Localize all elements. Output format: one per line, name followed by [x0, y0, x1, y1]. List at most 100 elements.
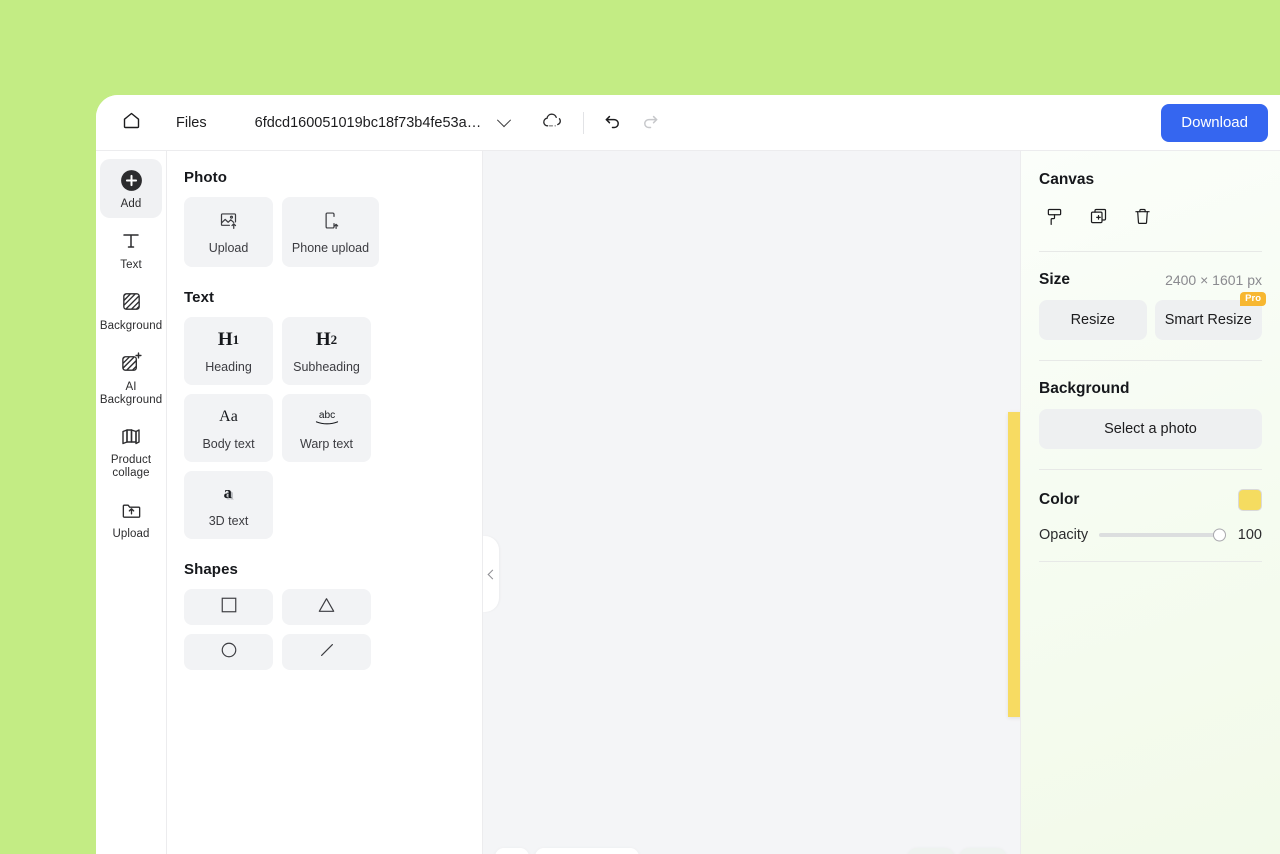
cloud-sync-button[interactable] — [533, 104, 571, 142]
app-body: Add Text Background AI Background Produc… — [96, 151, 1280, 854]
text-tile-grid: H1 Heading H2 Subheading Aa Body text ab… — [184, 317, 466, 539]
sidebar-item-upload[interactable]: Upload — [100, 489, 162, 548]
undo-button[interactable] — [594, 104, 632, 142]
tile-square-shape[interactable] — [184, 589, 273, 625]
tile-label: Warp text — [299, 436, 354, 451]
sidebar-item-label: Add — [120, 198, 142, 210]
opacity-slider[interactable] — [1099, 528, 1226, 542]
tile-label: Upload — [208, 240, 249, 255]
size-value: 2400 × 1601 px — [1165, 272, 1262, 288]
svg-text:a: a — [223, 483, 231, 502]
sidebar-item-label: AI Background — [99, 380, 163, 406]
canvas-section-title: Canvas — [1039, 171, 1095, 188]
tools-panel: Photo Upload Phone upload Text H 1 Headi… — [167, 151, 483, 854]
tile-warp-text[interactable]: abc Warp text — [282, 394, 371, 462]
cloud-sync-icon — [541, 109, 563, 136]
tile-line-shape[interactable] — [282, 634, 371, 670]
canvas-area[interactable]: insMind.com — [483, 151, 1280, 854]
collage-panels-icon — [119, 423, 143, 449]
duplicate-button[interactable] — [1083, 205, 1113, 233]
download-button[interactable]: Download — [1161, 103, 1268, 142]
pro-badge: Pro — [1240, 292, 1266, 307]
triangle-shape-icon — [317, 596, 336, 619]
tile-heading[interactable]: H1 Heading — [184, 317, 273, 385]
sidebar-item-label: Upload — [112, 528, 150, 541]
phone-upload-icon — [320, 210, 341, 232]
background-label: Background — [1039, 380, 1130, 397]
sidebar-item-background[interactable]: Background — [100, 281, 162, 340]
duplicate-plus-icon — [1088, 206, 1109, 232]
shapes-tile-grid — [184, 589, 466, 670]
sidebar-item-text[interactable]: Text — [100, 220, 162, 279]
image-upload-icon — [218, 210, 239, 232]
tile-body-text[interactable]: Aa Body text — [184, 394, 273, 462]
tile-label: Body text — [202, 436, 255, 451]
tile-circle-shape[interactable] — [184, 634, 273, 670]
trash-icon — [1132, 206, 1153, 232]
files-menu-button[interactable]: Files — [168, 109, 215, 137]
tile-label: Heading — [205, 359, 252, 374]
bottom-tool-button[interactable] — [495, 848, 529, 854]
opacity-row: Opacity 100 — [1039, 527, 1262, 561]
opacity-slider-thumb[interactable] — [1213, 528, 1226, 542]
tile-label: 3D text — [208, 513, 249, 528]
color-label: Color — [1039, 491, 1080, 508]
tile-label: Phone upload — [291, 240, 370, 255]
app-window: Files 6fdcd160051019bc18f73b4fe53ae1... — [96, 95, 1280, 854]
color-swatch[interactable] — [1238, 489, 1262, 511]
sidebar-item-add[interactable]: Add — [100, 159, 162, 218]
circle-shape-icon — [220, 641, 238, 664]
sidebar-item-label: Background — [99, 319, 163, 332]
delete-button[interactable] — [1127, 205, 1157, 233]
color-section: Color Opacity 100 — [1039, 489, 1262, 561]
shapes-section-title: Shapes — [184, 561, 238, 578]
left-rail: Add Text Background AI Background Produc… — [96, 151, 167, 854]
sidebar-item-label: Text — [120, 258, 142, 271]
paint-roller-icon — [1044, 206, 1065, 232]
chevron-left-icon — [487, 569, 498, 579]
hatch-square-icon — [120, 289, 143, 315]
tile-label: Subheading — [293, 359, 360, 374]
sidebar-item-product-collage[interactable]: Product collage — [100, 415, 162, 487]
photo-section-title: Photo — [184, 169, 227, 186]
hatch-square-sparkle-icon — [120, 350, 143, 376]
warp-text-icon: abc — [312, 406, 342, 428]
tile-3d-text[interactable]: a a 3D text — [184, 471, 273, 539]
background-section: Background Select a photo — [1039, 380, 1262, 469]
bottom-zoom-control[interactable] — [535, 848, 639, 854]
sidebar-item-label: Product collage — [110, 454, 152, 480]
resize-button[interactable]: Resize — [1039, 300, 1147, 340]
three-d-text-icon: a a — [218, 483, 240, 505]
home-button[interactable] — [112, 104, 150, 142]
paint-roller-button[interactable] — [1039, 205, 1069, 233]
photo-tile-grid: Upload Phone upload — [184, 197, 466, 267]
panel-divider — [1039, 469, 1262, 470]
sidebar-item-ai-background[interactable]: AI Background — [100, 342, 162, 414]
document-name: 6fdcd160051019bc18f73b4fe53ae1... — [254, 114, 487, 131]
plus-circle-icon — [119, 167, 144, 193]
tile-upload[interactable]: Upload — [184, 197, 273, 267]
redo-button[interactable] — [632, 104, 670, 142]
undo-icon — [602, 110, 623, 136]
bottom-tool-button[interactable] — [960, 848, 1006, 854]
folder-upload-icon — [120, 497, 143, 523]
home-icon — [121, 110, 142, 136]
opacity-label: Opacity — [1039, 527, 1089, 543]
bottom-toolbar-right[interactable] — [908, 848, 1006, 854]
redo-icon — [640, 110, 661, 136]
tile-triangle-shape[interactable] — [282, 589, 371, 625]
document-name-button[interactable]: 6fdcd160051019bc18f73b4fe53ae1... — [247, 110, 515, 136]
text-section-title: Text — [184, 289, 215, 306]
square-shape-icon — [220, 596, 238, 619]
tile-phone-upload[interactable]: Phone upload — [282, 197, 379, 267]
select-photo-button[interactable]: Select a photo — [1039, 409, 1262, 449]
chevron-down-icon — [496, 112, 511, 127]
collapse-panel-button[interactable] — [483, 536, 499, 612]
app-header: Files 6fdcd160051019bc18f73b4fe53ae1... — [96, 95, 1280, 151]
svg-text:abc: abc — [318, 409, 334, 420]
panel-divider — [1039, 561, 1262, 562]
bottom-toolbar-left[interactable] — [495, 848, 639, 854]
tile-subheading[interactable]: H2 Subheading — [282, 317, 371, 385]
heading-h2-icon: H2 — [315, 328, 338, 350]
bottom-tool-button[interactable] — [908, 848, 954, 854]
